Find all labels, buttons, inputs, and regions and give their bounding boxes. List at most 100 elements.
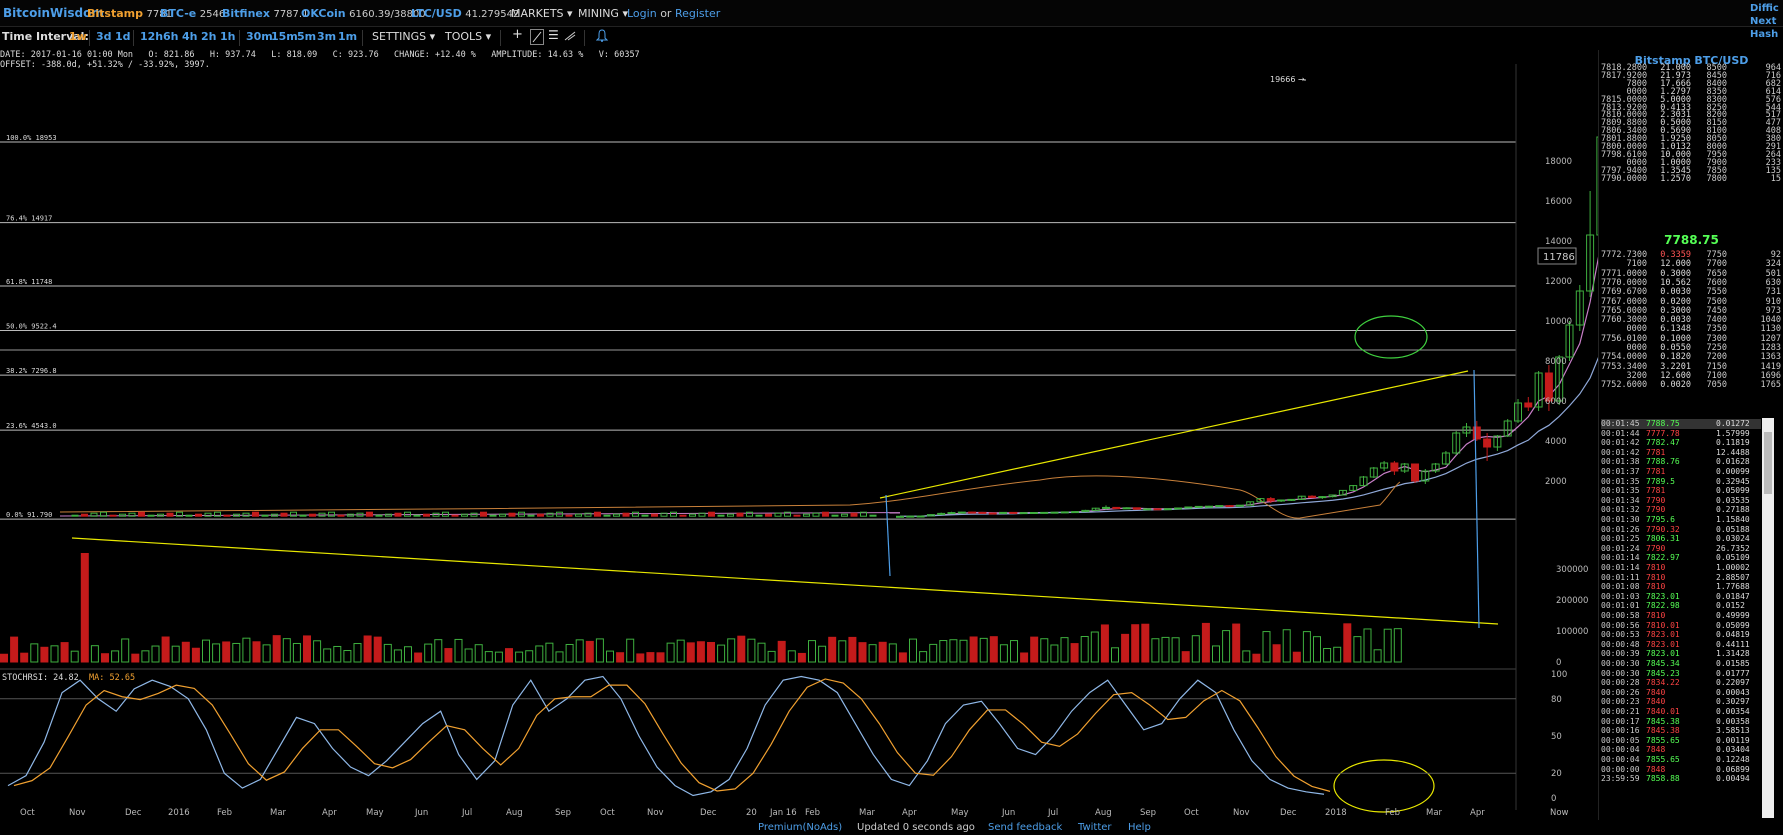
interval-12h[interactable]: 12h (140, 30, 163, 43)
ticker-btce[interactable]: BTC-e 2546 (160, 7, 225, 20)
candle (565, 514, 573, 517)
candle (1215, 505, 1224, 508)
crosshair-tool-icon[interactable]: + (512, 27, 523, 42)
time-tick: Jan 16 (769, 808, 797, 818)
ticker-okcoin[interactable]: OKCoin 6160.39/38800 (301, 7, 426, 20)
volume-bar (1131, 624, 1140, 663)
volume-bar (1060, 637, 1069, 663)
time-tick: Apr (902, 808, 917, 818)
trade-row: 23:59:59 7858.88 0.00494 (1601, 774, 1750, 784)
candle (413, 514, 421, 517)
premium-link[interactable]: Premium(NoAds) (758, 822, 842, 833)
candle (1225, 505, 1234, 508)
trade-row: 00:01:34 7790 0.03535 (1601, 495, 1750, 505)
price-tick: 10000 (1545, 317, 1572, 327)
candle (841, 513, 848, 517)
volume-bar (313, 640, 322, 663)
ticker-bitfinex[interactable]: Bitfinex 7787.1 (222, 7, 308, 20)
trade-row: 00:00:05 7855.65 0.00119 (1601, 735, 1750, 745)
trade-row: 00:01:14 7822.97 0.05109 (1601, 553, 1750, 563)
trade-row: 00:01:03 7823.01 0.01847 (1601, 591, 1750, 601)
volume-bar (959, 639, 968, 663)
interval-3m[interactable]: 3m (317, 30, 336, 43)
login-link[interactable]: Login (627, 7, 657, 20)
difficulty-label[interactable]: Diffic (1750, 2, 1779, 15)
volume-bar (626, 638, 635, 663)
trade-row: 00:01:42 7782.47 0.11819 (1601, 438, 1750, 448)
interval-2h[interactable]: 2h (201, 30, 217, 43)
indicator-lines (59, 256, 1598, 519)
time-tick: Sep (555, 808, 571, 818)
drawn-annotations: 11786 (71, 247, 1577, 813)
scrollbar-thumb[interactable] (1764, 432, 1772, 494)
interval-1h[interactable]: 1h (220, 30, 236, 43)
candle (1235, 504, 1244, 507)
candle (147, 514, 155, 517)
volume-bar (1030, 636, 1039, 663)
hashrate-label[interactable]: Hash (1750, 28, 1779, 41)
register-link[interactable]: Register (675, 7, 720, 20)
trendline-tool-icon[interactable] (530, 29, 544, 45)
interval-3d[interactable]: 3d (96, 30, 112, 43)
interval-15m[interactable]: 15m (271, 30, 298, 43)
twitter-link[interactable]: Twitter (1078, 822, 1112, 833)
candle (774, 512, 782, 517)
trade-row: 00:00:48 7823.01 0.44111 (1601, 639, 1750, 649)
price-chart[interactable]: 100.0% 18953 76.4% 14917 61.8% 11748 50.0% … (0, 64, 1598, 821)
volume-bar (929, 643, 938, 663)
time-tick: Oct (1184, 808, 1199, 818)
interval-1d[interactable]: 1d (115, 30, 131, 43)
help-link[interactable]: Help (1128, 822, 1151, 833)
horizontal-lines-tool-icon[interactable]: ☰ (548, 28, 559, 42)
volume-bar (0, 653, 8, 663)
volume-bar (212, 643, 221, 663)
candle (261, 514, 269, 517)
volume-bar (444, 648, 453, 663)
settings-menu[interactable]: SETTINGS ▾ (372, 30, 435, 43)
volume-bar (1353, 636, 1362, 663)
blue-drawn-line (885, 494, 891, 577)
trade-row: 00:01:14 7810 1.00002 (1601, 563, 1750, 572)
interval-5m[interactable]: 5m (297, 30, 316, 43)
draw-tool-icon[interactable] (564, 29, 576, 44)
candle (1483, 438, 1492, 448)
volume-tick: 200000 (1556, 596, 1588, 606)
candle (803, 513, 810, 517)
volume-bar (919, 651, 928, 663)
ticker-ltcusd[interactable]: LTC/USD 41.279542 (411, 7, 519, 20)
interval-30m[interactable]: 30m (246, 30, 273, 43)
volume-bar (1161, 636, 1170, 663)
candle (128, 512, 136, 517)
candle (651, 513, 658, 517)
volume-bar (616, 652, 625, 663)
price-tick: 18000 (1545, 157, 1572, 167)
candle (508, 512, 516, 517)
interval-6h[interactable]: 6h (163, 30, 179, 43)
interval-1w[interactable]: 1w (69, 30, 87, 43)
trade-row: 00:01:35 7789.5 0.32945 (1601, 476, 1750, 486)
alert-bell-icon[interactable] (595, 29, 609, 45)
fib-label: 100.0% 18953 (6, 134, 57, 142)
volume-bar (868, 644, 877, 663)
candle (1266, 498, 1275, 502)
tools-menu[interactable]: TOOLS ▾ (445, 30, 491, 43)
volume-bar (1292, 651, 1301, 663)
candle (812, 512, 820, 517)
time-tick: Feb (1385, 808, 1400, 818)
markets-menu[interactable]: MARKETS ▾ (511, 7, 573, 20)
volume-bar (939, 640, 948, 663)
mining-menu[interactable]: MINING ▾ (578, 7, 628, 20)
candle (185, 514, 193, 517)
volume-tick: 300000 (1556, 565, 1588, 575)
trade-row: 00:00:26 7840 0.00043 (1601, 687, 1750, 697)
volume-bar (1302, 631, 1311, 663)
interval-4h[interactable]: 4h (182, 30, 198, 43)
volume-bar (30, 643, 39, 663)
volume-bar (404, 646, 412, 663)
volume-bar (777, 640, 786, 663)
candle (499, 513, 506, 517)
next-label[interactable]: Next (1750, 15, 1779, 28)
feedback-link[interactable]: Send feedback (988, 822, 1062, 833)
interval-1m[interactable]: 1m (338, 30, 357, 43)
volume-bar (1070, 643, 1079, 663)
